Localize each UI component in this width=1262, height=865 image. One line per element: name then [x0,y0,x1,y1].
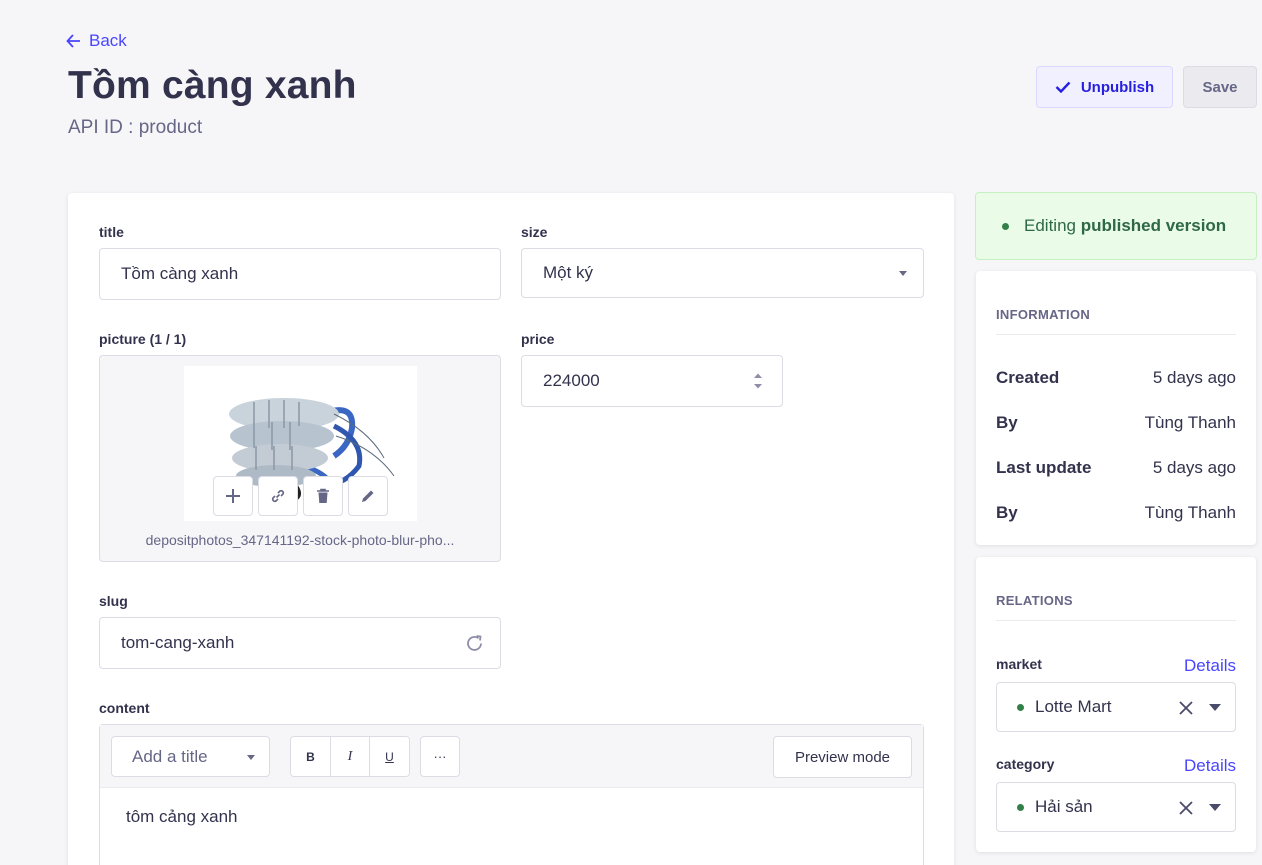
more-options-button[interactable]: ··· [420,736,460,777]
stepper-icon[interactable] [753,372,763,390]
preview-mode-button[interactable]: Preview mode [773,736,912,778]
published-dot-icon [1017,803,1024,811]
status-banner: Editing published version [975,192,1257,260]
information-card: INFORMATION Created 5 days ago By Tùng T… [976,271,1256,545]
title-input[interactable]: Tồm càng xanh [99,248,501,300]
plus-icon [226,489,240,503]
published-dot-icon [1017,703,1024,711]
bold-button[interactable]: B [291,737,331,776]
price-input[interactable]: 224000 [521,355,783,407]
unpublish-label: Unpublish [1080,78,1155,96]
info-row-updated-by: By Tùng Thanh [996,503,1236,523]
info-row-created: Created 5 days ago [996,368,1236,388]
relations-heading: RELATIONS [996,593,1073,608]
size-value: Một ký [543,263,594,282]
heading-select[interactable]: Add a title [111,736,270,777]
save-button[interactable]: Save [1183,66,1257,108]
information-heading: INFORMATION [996,307,1091,322]
market-label: market [996,656,1042,672]
content-label: content [99,700,150,716]
info-value: 5 days ago [1152,458,1236,477]
picture-filename: depositphotos_347141192-stock-photo-blur… [145,532,455,548]
link-icon [271,489,285,503]
status-prefix: Editing [1024,216,1076,235]
italic-button[interactable]: I [331,737,370,776]
chevron-down-icon [247,755,255,760]
category-select[interactable]: Hải sản [996,782,1236,832]
divider [996,334,1236,335]
info-row-created-by: By Tùng Thanh [996,413,1236,433]
status-dot-icon [1002,222,1009,230]
unpublish-button[interactable]: Unpublish [1036,66,1173,108]
title-label: title [99,224,124,240]
title-value: Tồm càng xanh [121,264,239,283]
editor-content[interactable]: tôm cảng xanh [126,807,238,827]
delete-picture-button[interactable] [303,476,343,516]
info-key: By [996,503,1018,522]
slug-input[interactable]: tom-cang-xanh [99,617,501,669]
info-key: Last update [996,458,1092,477]
category-details-link[interactable]: Details [1184,756,1236,776]
market-details-link[interactable]: Details [1184,656,1236,676]
api-id: API ID : product [68,117,203,138]
chevron-down-icon[interactable] [1209,804,1221,811]
edit-picture-button[interactable] [348,476,388,516]
slug-value: tom-cang-xanh [121,633,235,652]
size-select[interactable]: Một ký [521,248,924,298]
info-value: Tùng Thanh [1144,503,1236,522]
copy-link-button[interactable] [258,476,298,516]
picture-label: picture (1 / 1) [99,331,187,347]
relations-card: RELATIONS market Details Lotte Mart cate… [976,557,1256,852]
price-label: price [521,331,555,347]
category-label: category [996,756,1055,772]
info-value: 5 days ago [1152,368,1236,387]
back-link[interactable]: Back [66,30,127,52]
page-title: Tồm càng xanh [68,64,357,107]
refresh-icon[interactable] [465,634,484,653]
arrow-left-icon [66,34,80,48]
divider [996,620,1236,621]
market-select[interactable]: Lotte Mart [996,682,1236,732]
status-strong: published version [1080,216,1227,235]
info-key: By [996,413,1018,432]
close-icon[interactable] [1179,801,1193,815]
size-label: size [521,224,548,240]
market-value: Lotte Mart [1035,697,1112,716]
chevron-down-icon[interactable] [1209,704,1221,711]
back-label: Back [89,31,127,50]
slug-label: slug [99,593,128,609]
price-value: 224000 [543,371,600,390]
check-icon [1055,81,1071,93]
heading-select-value: Add a title [132,746,208,766]
format-button-group: B I U [290,736,410,777]
info-row-last-update: Last update 5 days ago [996,458,1236,478]
editor-toolbar: Add a title B I U ··· Preview mode [100,725,923,788]
underline-button[interactable]: U [370,737,409,776]
close-icon[interactable] [1179,701,1193,715]
info-value: Tùng Thanh [1144,413,1236,432]
info-key: Created [996,368,1060,387]
add-picture-button[interactable] [213,476,253,516]
trash-icon [317,488,329,503]
rich-text-editor: Add a title B I U ··· Preview mode tôm c… [99,724,924,865]
category-value: Hải sản [1035,797,1093,816]
chevron-down-icon [899,271,907,276]
pencil-icon [362,490,374,502]
